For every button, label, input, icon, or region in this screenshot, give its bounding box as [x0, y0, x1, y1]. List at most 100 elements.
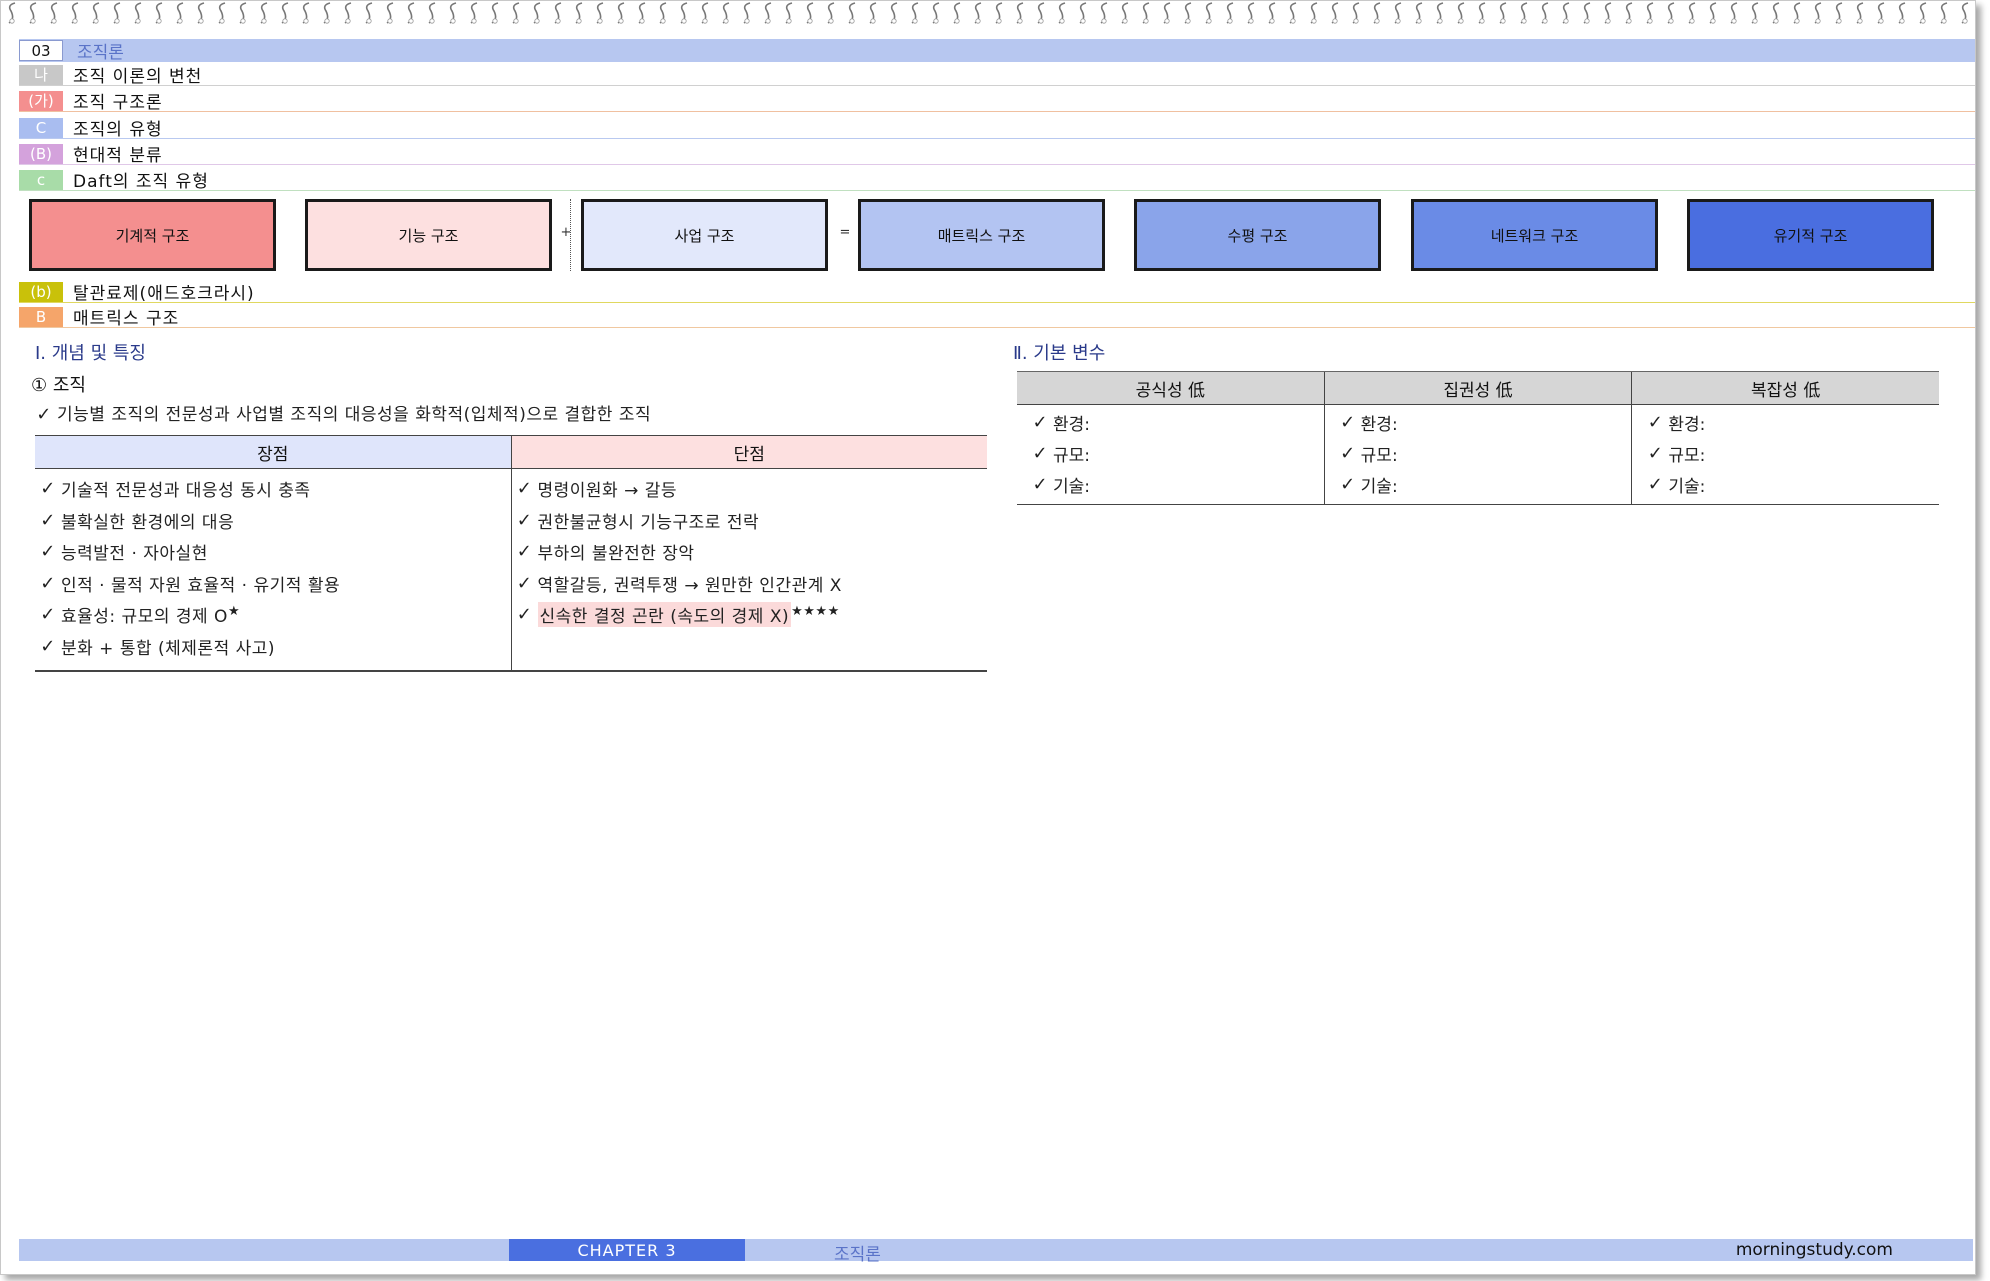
complexity-column: ✓ 환경: ✓ 규모: ✓ 기술:: [1632, 405, 1939, 504]
check-icon: ✓: [1340, 474, 1356, 495]
structure-label: 유기적 구조: [1773, 226, 1848, 245]
con-text: 부하의 불완전한 장악: [537, 544, 695, 565]
check-icon: ✓: [1032, 443, 1048, 464]
breadcrumb-label: Daft의 조직 유형: [73, 172, 209, 192]
variable-text: 기술:: [1668, 477, 1706, 497]
variables-header: 공식성 低 집권성 低 복잡성 低: [1017, 371, 1939, 405]
list-item: ✓ 환경:: [1632, 407, 1939, 438]
chapter-header: 03 조직론: [19, 39, 1975, 63]
pro-text: 분화 + 통합 (체제론적 사고): [61, 638, 276, 659]
breadcrumb-label: 탈관료제(애드호크라시): [73, 284, 255, 304]
pro-text: 불확실한 환경에의 대응: [61, 512, 235, 533]
list-item: ✓ 규모:: [1017, 438, 1324, 469]
structure-label: 기계적 구조: [115, 226, 190, 245]
structure-label: 수평 구조: [1227, 226, 1288, 245]
footer-title: 조직론: [834, 1245, 881, 1265]
structure-organic: 유기적 구조: [1687, 199, 1934, 271]
variable-text: 규모:: [1360, 446, 1398, 466]
check-icon: ✓: [1032, 412, 1048, 433]
check-icon: ✓: [516, 572, 533, 594]
pro-text: 능력발전 · 자아실현: [61, 544, 208, 565]
breadcrumb-badge: (가): [19, 90, 63, 111]
document-page: 03 조직론 나 조직 이론의 변천 (가) 조직 구조론 C 조직의 유형 (B) 현대적 …: [0, 0, 1976, 1275]
variable-text: 기술:: [1053, 477, 1091, 497]
chapter-title: 조직론: [77, 43, 124, 63]
breadcrumb-row: (B) 현대적 분류: [19, 143, 1975, 166]
breadcrumb-row: c Daft의 조직 유형: [19, 169, 1975, 192]
star-icons: ★★★★: [791, 604, 840, 620]
con-text: 역할갈등, 권력투쟁 → 원만한 인간관계 X: [537, 575, 842, 596]
header-formalization: 공식성 低: [1017, 372, 1325, 404]
page-footer: CHAPTER 3 조직론 morningstudy.com: [19, 1239, 1973, 1265]
list-item: ✓ 인적 · 물적 자원 효율적 · 유기적 활용: [35, 568, 511, 600]
list-item: ✓ 불확실한 환경에의 대응: [35, 505, 511, 537]
section-2-title: Ⅱ. 기본 변수: [1013, 343, 1106, 364]
list-item: ✓ 명령이원화 → 갈등: [512, 473, 988, 505]
list-item: ✓ 기술적 전문성과 대응성 동시 충족: [35, 473, 511, 505]
pros-cons-body: ✓ 기술적 전문성과 대응성 동시 충족 ✓ 불확실한 환경에의 대응 ✓ 능력발전 …: [35, 469, 987, 672]
breadcrumb-badge: (b): [19, 281, 63, 302]
pros-column: ✓ 기술적 전문성과 대응성 동시 충족 ✓ 불확실한 환경에의 대응 ✓ 능력발전 …: [35, 469, 512, 670]
con-text: 권한불균형시 기능구조로 전락: [537, 512, 760, 533]
chapter-number: 03: [19, 40, 63, 61]
variable-text: 규모:: [1668, 446, 1706, 466]
check-icon: ✓: [40, 572, 56, 594]
variable-text: 규모:: [1053, 446, 1091, 466]
check-icon: ✓: [40, 509, 56, 531]
breadcrumb-label: 조직 구조론: [73, 93, 163, 113]
variables-body: ✓ 환경: ✓ 규모: ✓ 기술: ✓ 환경: ✓ 규모: ✓ 기술: ✓ 환경: ✓ 규모: …: [1017, 405, 1939, 505]
check-icon: ✓: [36, 404, 52, 425]
structure-label: 매트릭스 구조: [937, 226, 1026, 245]
breadcrumb-label: 매트릭스 구조: [73, 309, 180, 329]
breadcrumb-label: 조직의 유형: [73, 120, 163, 140]
check-icon: ✓: [1340, 443, 1356, 464]
con-text-highlighted: 신속한 결정 곤란 (속도의 경제 X): [537, 602, 792, 628]
footer-site: morningstudy.com: [1735, 1240, 1893, 1260]
breadcrumb-badge: 나: [19, 64, 63, 85]
list-item: ✓ 효율성: 규모의 경제 O ★: [35, 599, 511, 631]
structure-network: 네트워크 구조: [1411, 199, 1658, 271]
check-icon: ✓: [40, 541, 56, 563]
variable-text: 환경:: [1668, 415, 1706, 435]
structure-divisional: 사업 구조: [581, 199, 828, 271]
list-item: ✓ 규모:: [1325, 438, 1632, 469]
structure-matrix: 매트릭스 구조: [858, 199, 1105, 271]
breadcrumb-row: C 조직의 유형: [19, 117, 1975, 140]
structure-horizontal: 수평 구조: [1134, 199, 1381, 271]
breadcrumb-label: 현대적 분류: [73, 146, 163, 166]
list-item: ✓ 능력발전 · 자아실현: [35, 536, 511, 568]
structure-functional: 기능 구조: [305, 199, 552, 271]
list-item: ✓ 환경:: [1017, 407, 1324, 438]
structure-mechanical: 기계적 구조: [29, 199, 276, 271]
list-item: ✓ 환경:: [1325, 407, 1632, 438]
daft-structure-diagram: 기계적 구조 기능 구조 + 사업 구조 = 매트릭스 구조 수평 구조 네트워…: [29, 199, 1949, 275]
breadcrumb-row: (b) 탈관료제(애드호크라시): [19, 281, 1975, 304]
breadcrumb-row: 나 조직 이론의 변천: [19, 64, 1975, 87]
basic-variables-table: 공식성 低 집권성 低 복잡성 低 ✓ 환경: ✓ 규모: ✓ 기술: ✓ 환경: ✓ 규…: [1017, 371, 1939, 505]
pro-text: 인적 · 물적 자원 효율적 · 유기적 활용: [61, 575, 341, 596]
list-item: ✓ 권한불균형시 기능구조로 전락: [512, 505, 988, 537]
header-centralization: 집권성 低: [1325, 372, 1633, 404]
cons-header: 단점: [511, 436, 987, 468]
breadcrumb-row: (가) 조직 구조론: [19, 90, 1975, 113]
check-icon: ✓: [516, 541, 533, 563]
star-icon: ★: [227, 604, 241, 620]
pro-text: 기술적 전문성과 대응성 동시 충족: [61, 481, 311, 502]
check-icon: ✓: [1647, 412, 1663, 433]
list-item: ✓ 기술:: [1632, 469, 1939, 500]
list-item: ✓ 기술:: [1017, 469, 1324, 500]
con-text: 명령이원화 → 갈등: [537, 481, 678, 502]
check-icon: ✓: [516, 509, 533, 531]
breadcrumb-badge: B: [19, 306, 63, 327]
equals-operator: =: [839, 225, 851, 240]
dotted-divider: [570, 199, 571, 271]
definition-text: 기능별 조직의 전문성과 사업별 조직의 대응성을 화학적(입체적)으로 결합한…: [57, 405, 652, 425]
variable-text: 기술:: [1360, 477, 1398, 497]
breadcrumb-row: B 매트릭스 구조: [19, 306, 1975, 329]
pro-text: 효율성: 규모의 경제 O: [61, 607, 228, 628]
check-icon: ✓: [1647, 443, 1663, 464]
list-item: ✓ 역할갈등, 권력투쟁 → 원만한 인간관계 X: [512, 568, 988, 600]
variable-text: 환경:: [1360, 415, 1398, 435]
breadcrumb-badge: c: [19, 169, 63, 190]
header-complexity: 복잡성 低: [1751, 380, 1821, 401]
